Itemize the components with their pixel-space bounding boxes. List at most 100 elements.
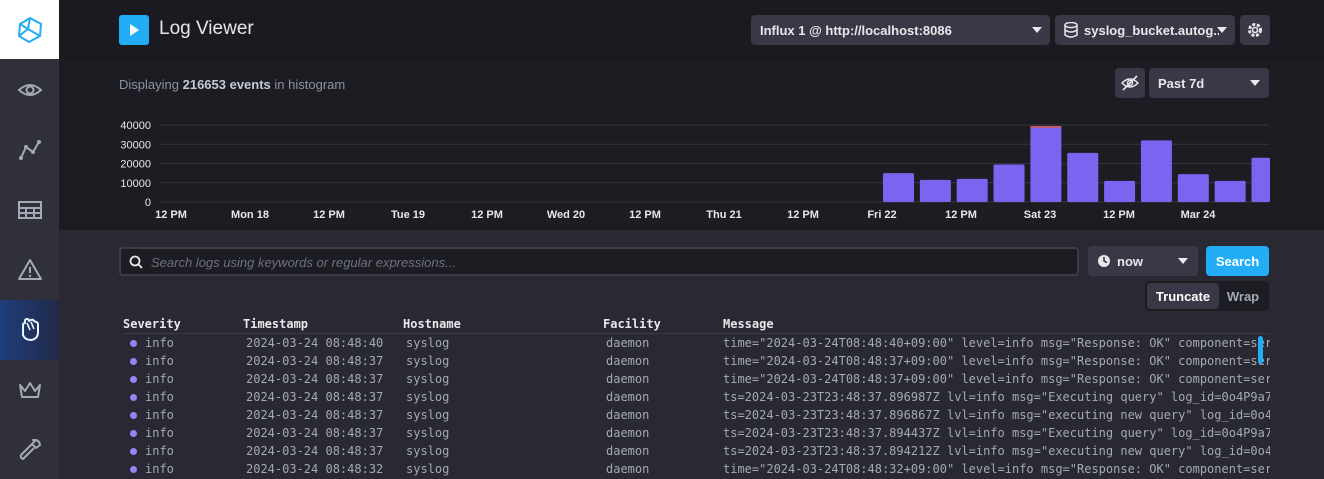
page-title: Log Viewer: [159, 18, 254, 39]
time-picker-dropdown[interactable]: now: [1088, 246, 1198, 276]
column-header-severity[interactable]: Severity: [123, 317, 181, 331]
table-row[interactable]: info 2024-03-24 08:48:32 syslog daemon time=…: [123, 461, 1270, 479]
hand-icon: [21, 318, 39, 341]
histogram-bar[interactable]: [1104, 180, 1136, 202]
message-cell: ts=2024-03-23T23:48:37.894212Z lvl=info …: [723, 444, 1270, 458]
sidebar-item-explore[interactable]: [0, 120, 59, 180]
timestamp-cell: 2024-03-24 08:48:37: [246, 372, 384, 386]
x-tick-label: 12 PM: [313, 209, 345, 221]
chevron-down-icon: [1217, 27, 1227, 33]
hostname-cell: syslog: [406, 390, 450, 404]
x-tick-label: Tue 19: [391, 209, 425, 221]
severity-dot-icon: [130, 376, 137, 383]
x-tick-label: Mar 24: [1181, 209, 1217, 221]
severity-dot-icon: [130, 394, 137, 401]
facility-cell: daemon: [606, 426, 650, 440]
x-tick-label: 12 PM: [471, 209, 503, 221]
histogram-bar[interactable]: [1030, 125, 1062, 202]
clock-icon: [1098, 255, 1110, 267]
table-row[interactable]: info 2024-03-24 08:48:37 syslog daemon ts=20…: [123, 443, 1270, 461]
timestamp-cell: 2024-03-24 08:48:37: [246, 444, 384, 458]
timestamp-cell: 2024-03-24 08:48:37: [246, 408, 384, 422]
column-header-message[interactable]: Message: [723, 317, 774, 331]
histogram-bar[interactable]: [1140, 140, 1172, 202]
histogram-bar[interactable]: [1067, 152, 1099, 202]
severity-cell: info: [145, 354, 174, 368]
timestamp-cell: 2024-03-24 08:48:37: [246, 390, 384, 404]
source-dropdown[interactable]: Influx 1 @ http://localhost:8086: [751, 15, 1050, 45]
sidebar-logo[interactable]: [0, 0, 59, 59]
severity-dot-icon: [130, 466, 137, 473]
histogram-bar-error-segment: [1030, 125, 1062, 128]
y-tick-label: 10000: [120, 178, 151, 190]
message-cell: time="2024-03-24T08:48:37+09:00" level=i…: [723, 372, 1270, 386]
message-cell: ts=2024-03-23T23:48:37.896867Z lvl=info …: [723, 408, 1270, 422]
influx-logo-icon: [17, 16, 42, 43]
sidebar-item-dashboards[interactable]: [0, 180, 59, 240]
histogram-bar[interactable]: [1251, 157, 1271, 202]
dashboard-grid-icon: [17, 201, 42, 219]
source-dropdown-label: Influx 1 @ http://localhost:8086: [760, 22, 952, 38]
time-picker-label: now: [1117, 254, 1143, 269]
table-row[interactable]: info 2024-03-24 08:48:37 syslog daemon ts=20…: [123, 425, 1270, 443]
truncate-button[interactable]: Truncate: [1147, 283, 1219, 309]
histogram-bar[interactable]: [1214, 180, 1246, 202]
wrench-icon: [19, 438, 41, 460]
column-header-hostname[interactable]: Hostname: [403, 317, 461, 331]
sidebar-item-alerts[interactable]: [0, 240, 59, 300]
hostname-cell: syslog: [406, 354, 450, 368]
x-tick-label: 12 PM: [629, 209, 661, 221]
table-row[interactable]: info 2024-03-24 08:48:37 syslog daemon ts=20…: [123, 407, 1270, 425]
severity-cell: info: [145, 408, 174, 422]
severity-cell: info: [145, 390, 174, 404]
hostname-cell: syslog: [406, 408, 450, 422]
truncate-wrap-toggle: Truncate Wrap: [1145, 281, 1269, 311]
search-button[interactable]: Search: [1206, 246, 1269, 276]
column-header-timestamp[interactable]: Timestamp: [243, 317, 308, 331]
table-header: Severity Timestamp Hostname Facility Mes…: [123, 317, 1270, 334]
facility-cell: daemon: [606, 462, 650, 476]
histogram-chart[interactable]: 0 10000 20000 30000 40000 12 PM Mon 18 12 PM Tue…: [59, 60, 1324, 230]
severity-cell: info: [145, 462, 174, 476]
severity-dot-icon: [130, 412, 137, 419]
settings-button[interactable]: [1240, 15, 1270, 45]
severity-cell: info: [145, 426, 174, 440]
message-cell: time="2024-03-24T08:48:37+09:00" level=i…: [723, 354, 1270, 368]
hostname-cell: syslog: [406, 426, 450, 440]
y-tick-label: 0: [145, 197, 151, 209]
histogram-bar[interactable]: [1177, 174, 1209, 202]
x-tick-label: Thu 21: [706, 209, 741, 221]
message-cell: time="2024-03-24T08:48:32+09:00" level=i…: [723, 462, 1270, 476]
table-scrollbar[interactable]: [1258, 336, 1263, 364]
column-header-facility[interactable]: Facility: [603, 317, 661, 331]
table-row[interactable]: info 2024-03-24 08:48:40 syslog daemon time=…: [123, 335, 1270, 353]
sidebar-item-status[interactable]: [0, 60, 59, 120]
table-row[interactable]: info 2024-03-24 08:48:37 syslog daemon ts=20…: [123, 389, 1270, 407]
histogram-bar[interactable]: [993, 164, 1025, 202]
histogram-bar[interactable]: [883, 173, 914, 202]
y-tick-label: 40000: [120, 120, 151, 132]
sidebar-item-admin[interactable]: [0, 360, 59, 420]
gear-icon: [1248, 23, 1262, 37]
x-tick-label: 12 PM: [155, 209, 187, 221]
database-icon: [1064, 22, 1078, 38]
sidebar-item-configuration[interactable]: [0, 420, 59, 479]
search-box[interactable]: [119, 247, 1079, 276]
hostname-cell: syslog: [406, 372, 450, 386]
table-row[interactable]: info 2024-03-24 08:48:37 syslog daemon time=…: [123, 371, 1270, 389]
histogram-bar[interactable]: [956, 178, 988, 202]
severity-cell: info: [145, 336, 174, 350]
chevron-down-icon: [1178, 258, 1188, 264]
search-input[interactable]: [151, 252, 1061, 272]
eye-icon: [17, 84, 42, 96]
histogram-bar[interactable]: [919, 179, 951, 202]
histogram-panel: Displaying 216653 events in histogram Pa…: [59, 60, 1324, 230]
timestamp-cell: 2024-03-24 08:48:32: [246, 462, 384, 476]
hostname-cell: syslog: [406, 444, 450, 458]
wrap-button[interactable]: Wrap: [1219, 283, 1267, 309]
sidebar-item-logs[interactable]: [0, 300, 59, 360]
bucket-dropdown[interactable]: syslog_bucket.autog...: [1055, 15, 1235, 45]
search-icon: [129, 255, 143, 269]
table-row[interactable]: info 2024-03-24 08:48:37 syslog daemon time=…: [123, 353, 1270, 371]
log-table-body[interactable]: info 2024-03-24 08:48:40 syslog daemon time=…: [123, 335, 1270, 479]
